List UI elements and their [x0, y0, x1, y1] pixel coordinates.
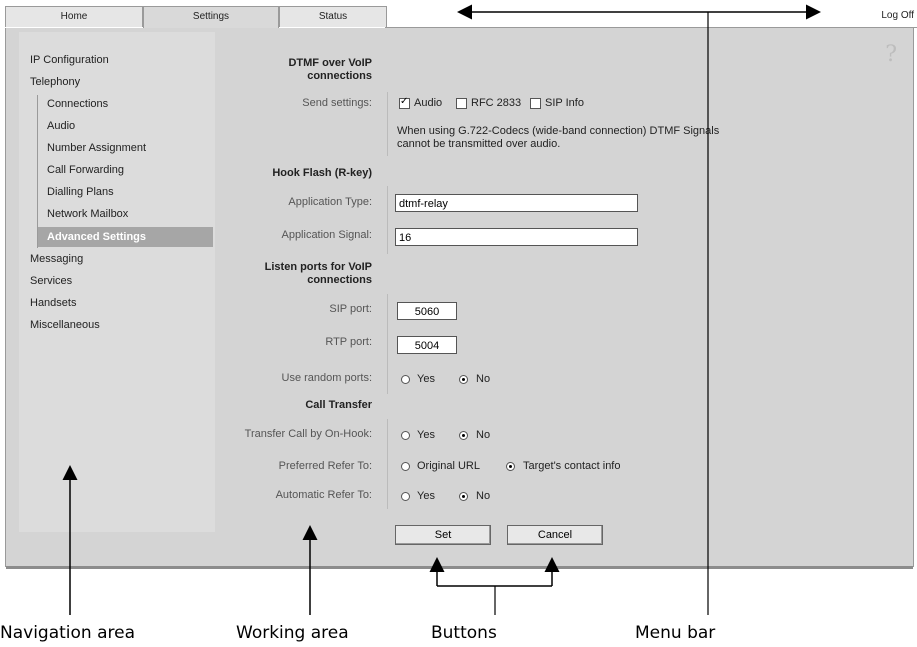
annotation-menu-bar: Menu bar [635, 623, 716, 643]
annotation-navigation-area: Navigation area [0, 623, 136, 643]
annotation-working-area: Working area [236, 623, 349, 643]
annotation-arrows [62, 4, 821, 615]
annotation-buttons: Buttons [431, 623, 497, 643]
